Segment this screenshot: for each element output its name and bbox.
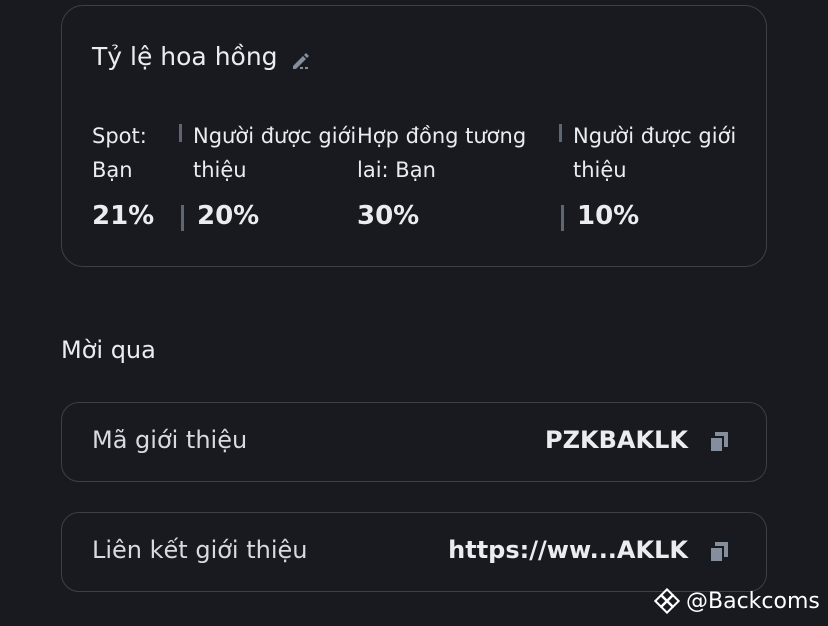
column-separator: [561, 205, 564, 231]
spot-you-label-line1: Spot:: [92, 124, 147, 148]
commission-rate-card: Tỷ lệ hoa hồng Spot: Bạn 21% Người được …: [61, 5, 767, 267]
futures-referee-label: Người được giới thiệu: [573, 119, 736, 187]
futures-referee-rate: 10%: [577, 201, 640, 231]
futures-referee-label-line2: thiệu: [573, 158, 627, 182]
binance-logo-icon: [653, 587, 681, 615]
spot-referee-label: Người được giới thiệu: [193, 119, 356, 187]
referral-code-value: PZKBAKLK: [545, 426, 688, 454]
spot-referee-label-line2: thiệu: [193, 158, 247, 182]
column-separator: [559, 124, 562, 142]
copy-icon[interactable]: [708, 540, 730, 563]
spot-referee-rate: 20%: [197, 201, 260, 231]
commission-title-row: Tỷ lệ hoa hồng: [92, 42, 312, 71]
futures-you-label-line1: Hợp đồng tương: [357, 124, 527, 148]
copy-icon[interactable]: [708, 430, 730, 453]
referral-code-row[interactable]: Mã giới thiệu PZKBAKLK: [61, 402, 767, 482]
commission-title: Tỷ lệ hoa hồng: [92, 42, 278, 71]
spot-you-label: Spot: Bạn: [92, 119, 147, 187]
watermark-text: @Backcoms: [686, 588, 820, 614]
referral-link-value: https://ww...AKLK: [448, 536, 688, 564]
futures-you-rate: 30%: [357, 201, 420, 231]
spot-you-rate: 21%: [92, 201, 155, 231]
referral-link-label: Liên kết giới thiệu: [92, 536, 308, 564]
watermark: @Backcoms: [653, 587, 820, 615]
referral-link-row[interactable]: Liên kết giới thiệu https://ww...AKLK: [61, 512, 767, 592]
column-separator: [179, 124, 182, 142]
futures-you-label-line2: lai: Bạn: [357, 158, 436, 182]
futures-you-label: Hợp đồng tương lai: Bạn: [357, 119, 526, 187]
futures-referee-label-line1: Người được giới: [573, 124, 737, 148]
referral-code-label: Mã giới thiệu: [92, 426, 248, 454]
spot-referee-label-line1: Người được giới: [193, 124, 357, 148]
edit-pencil-icon[interactable]: [290, 48, 312, 70]
spot-you-label-line2: Bạn: [92, 158, 133, 182]
invite-section-title: Mời qua: [61, 336, 156, 364]
column-separator: [181, 205, 184, 231]
